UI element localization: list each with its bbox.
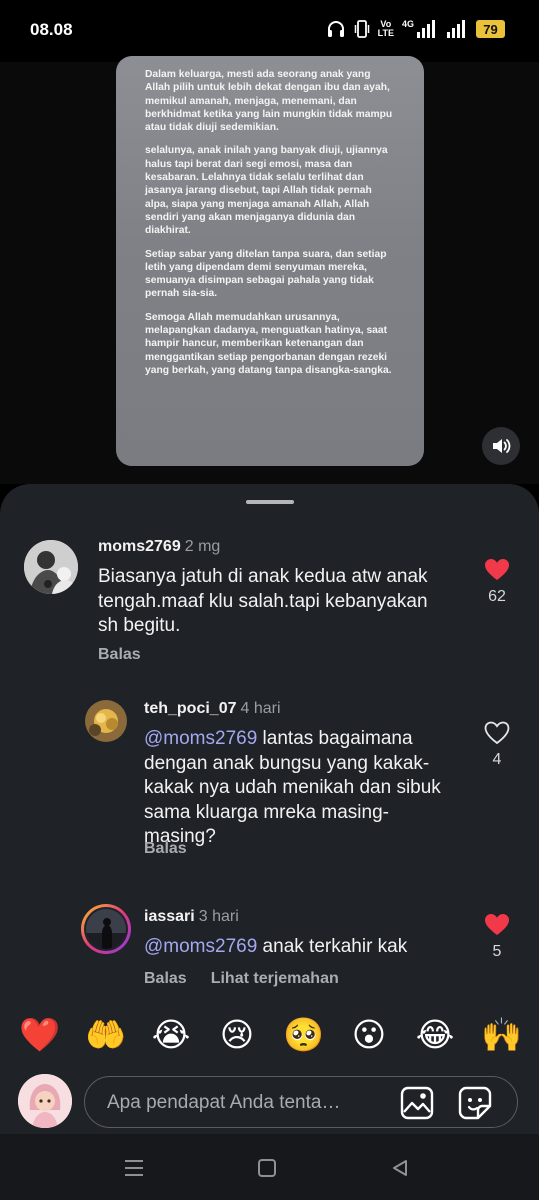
emoji-crying-loud[interactable]: 😭 [151,1015,191,1055]
emoji-pleading[interactable]: 🥺 [283,1015,324,1055]
story-paragraph: selalunya, anak inilah yang banyak diuji… [145,145,388,237]
emoji-surprised[interactable]: 😮 [349,1015,389,1055]
like-button[interactable]: 4 [481,721,513,769]
like-count: 4 [492,751,502,768]
translate-button[interactable]: Lihat terjemahan [211,970,339,988]
emoji-red-heart[interactable]: ❤️ [19,1015,60,1055]
avatar-image [18,1074,72,1128]
comment-input-row: Apa pendapat Anda tenta… [0,1068,539,1134]
volte-bottom: LTE [377,28,394,38]
comment-time: 4 hari [240,700,281,717]
comment-actions: Balas [144,840,187,858]
status-bar: 08.08 Vo LTE 4G 79 [0,0,539,62]
sticker-button[interactable] [457,1085,493,1121]
emoji-raising-hands[interactable]: 🙌 [481,1015,522,1055]
volte-indicator: Vo LTE [378,20,394,38]
menu-icon [125,1160,143,1176]
avatar-image [86,909,126,949]
like-count: 62 [488,588,506,605]
back-button[interactable] [388,1156,412,1180]
back-triangle-icon [393,1160,407,1176]
video-player[interactable]: Dalam keluarga, mesti ada seorang anak y… [0,56,539,484]
home-square-icon [258,1159,276,1177]
comment-time: 3 hari [198,908,239,925]
avatar-image [85,700,127,742]
reply-button[interactable]: Balas [98,646,141,664]
comment-mention[interactable]: @moms2769 [144,728,257,749]
comment-username[interactable]: teh_poci_07 [144,700,236,717]
comment-mention[interactable]: @moms2769 [144,936,257,957]
like-count: 5 [492,943,502,960]
system-nav-bar [0,1134,539,1200]
network-type: 4G [401,19,414,29]
avatar[interactable] [81,904,131,954]
avatar-image [24,540,78,594]
vibrate-icon [354,20,369,38]
speaker-icon [493,439,511,453]
avatar[interactable] [85,700,127,742]
heart-filled-icon [485,914,509,935]
comment-text: Biasanya jatuh di anak kedua atw anak te… [98,565,438,639]
story-paragraph: Setiap sabar yang ditelan tanpa suara, d… [145,248,387,300]
comment-time: 2 mg [184,538,221,555]
comment-input-placeholder: Apa pendapat Anda tenta… [107,1092,341,1113]
image-icon [400,1086,434,1120]
story-text-card: Dalam keluarga, mesti ada seorang anak y… [116,56,424,466]
emoji-crying[interactable]: 😢 [217,1015,257,1055]
emoji-tears-of-joy[interactable]: 😂 [415,1015,455,1055]
reply-button[interactable]: Balas [144,840,187,858]
reply-button[interactable]: Balas [144,970,187,988]
comment-text: @moms2769 lantas bagaimana dengan anak b… [144,727,454,850]
comment-actions: Balas Lihat terjemahan [144,970,339,988]
story-paragraph: Semoga Allah memudahkan urusannya, melap… [145,311,392,376]
volume-button[interactable] [482,427,520,465]
signal-4g: 4G [402,20,438,38]
avatar[interactable] [24,540,78,594]
sheet-drag-handle[interactable] [246,500,294,504]
signal-bars-icon-2 [447,20,465,38]
recent-apps-button[interactable] [122,1156,146,1180]
status-time: 08.08 [30,20,73,39]
battery-indicator: 79 [476,20,505,38]
like-button[interactable]: 5 [481,913,513,961]
headphones-icon [327,21,344,37]
comment-username[interactable]: iassari [144,908,195,925]
like-button[interactable]: 62 [481,558,513,606]
status-icons: Vo LTE 4G 79 [326,19,505,39]
avatar-ring [84,907,128,951]
signal-bars-icon [417,20,435,38]
home-button[interactable] [255,1156,279,1180]
comment-actions: Balas [98,646,141,664]
gallery-button[interactable] [399,1085,435,1121]
comment-body: anak terkahir kak [257,936,408,957]
comment-input[interactable]: Apa pendapat Anda tenta… [84,1076,518,1128]
own-avatar [18,1074,72,1128]
sticker-icon [458,1086,492,1120]
story-paragraph: Dalam keluarga, mesti ada seorang anak y… [145,69,393,134]
comment-text: @moms2769 anak terkahir kak [144,935,464,960]
heart-outline-icon [484,721,510,745]
comment-body: Biasanya jatuh di anak kedua atw anak te… [98,566,428,636]
emoji-palms-up[interactable]: 🤲 [85,1015,126,1055]
heart-filled-icon [485,559,509,580]
emoji-quick-bar: ❤️ 🤲 😭 😢 🥺 😮 😂 🙌 [0,1002,539,1068]
comment-username[interactable]: moms2769 [98,538,181,555]
